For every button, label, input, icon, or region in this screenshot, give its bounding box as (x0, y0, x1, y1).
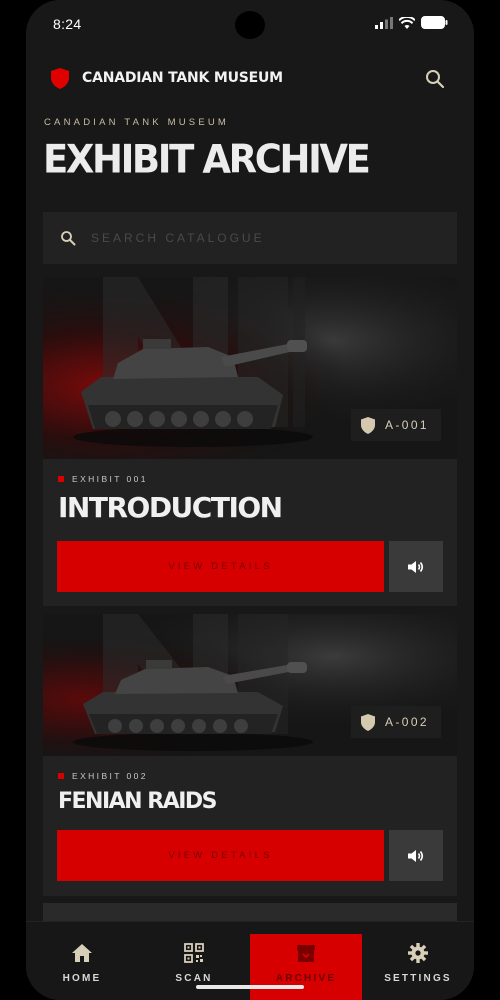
exhibit-number-label: EXHIBIT 001 (72, 474, 148, 484)
view-details-button[interactable]: VIEW DETAILS (57, 541, 384, 592)
status-time: 8:24 (53, 16, 82, 32)
exhibit-number: EXHIBIT 002 (58, 771, 148, 781)
page-title: EXHIBIT ARCHIVE (43, 136, 371, 183)
app-bar: CANADIAN TANK MUSEUM (26, 58, 474, 102)
exhibit-image: A-001 (43, 277, 457, 459)
exhibit-number-label: EXHIBIT 002 (72, 771, 148, 781)
shield-logo-icon (51, 68, 69, 89)
phone-screen: 8:24 CANADIAN TANK MUSEUM CANADIAN TANK … (26, 0, 474, 1000)
accent-marker (58, 773, 64, 779)
tab-settings[interactable]: SETTINGS (362, 934, 474, 994)
exhibit-code: A-002 (384, 715, 429, 729)
search-icon[interactable] (424, 68, 446, 90)
speaker-icon (408, 560, 424, 573)
signal-icon (375, 16, 393, 29)
exhibit-code-badge: A-001 (350, 409, 441, 441)
shield-icon (360, 713, 375, 731)
search-input[interactable] (91, 226, 431, 250)
page-kicker: CANADIAN TANK MUSEUM (44, 117, 230, 128)
exhibit-code: A-001 (384, 418, 429, 432)
status-bar: 8:24 (26, 0, 474, 50)
tab-label: HOME (62, 973, 102, 984)
exhibit-image: A-002 (43, 614, 457, 756)
exhibit-code-badge: A-002 (350, 706, 441, 738)
tab-archive[interactable]: ARCHIVE (250, 934, 362, 1000)
home-indicator (196, 985, 304, 989)
exhibit-card[interactable]: A-002 EXHIBIT 002 FENIAN RAIDS VIEW DETA… (43, 614, 457, 896)
exhibit-title: FENIAN RAIDS (58, 789, 218, 814)
home-icon (72, 944, 92, 962)
camera-cutout (235, 11, 265, 39)
qr-scan-icon (184, 943, 204, 963)
tab-home[interactable]: HOME (26, 934, 138, 994)
audio-button[interactable] (389, 541, 443, 592)
tab-label: SETTINGS (384, 973, 452, 984)
tab-label: ARCHIVE (275, 973, 337, 984)
view-details-button[interactable]: VIEW DETAILS (57, 830, 384, 881)
exhibit-card[interactable]: A-001 EXHIBIT 001 INTRODUCTION VIEW DETA… (43, 277, 457, 606)
speaker-icon (408, 849, 424, 862)
search-bar (43, 212, 457, 264)
exhibit-title: INTRODUCTION (58, 491, 283, 524)
brand-title: CANADIAN TANK MUSEUM (82, 70, 283, 86)
audio-button[interactable] (389, 830, 443, 881)
wifi-icon (399, 16, 415, 29)
battery-icon (421, 16, 448, 29)
exhibit-number: EXHIBIT 001 (58, 474, 148, 484)
search-icon (61, 231, 76, 246)
archive-box-icon (297, 945, 315, 962)
status-icons (375, 16, 448, 29)
tab-label: SCAN (175, 973, 213, 984)
accent-marker (58, 476, 64, 482)
gear-icon (408, 943, 428, 963)
exhibit-card-partial[interactable] (43, 903, 457, 923)
shield-icon (360, 416, 375, 434)
